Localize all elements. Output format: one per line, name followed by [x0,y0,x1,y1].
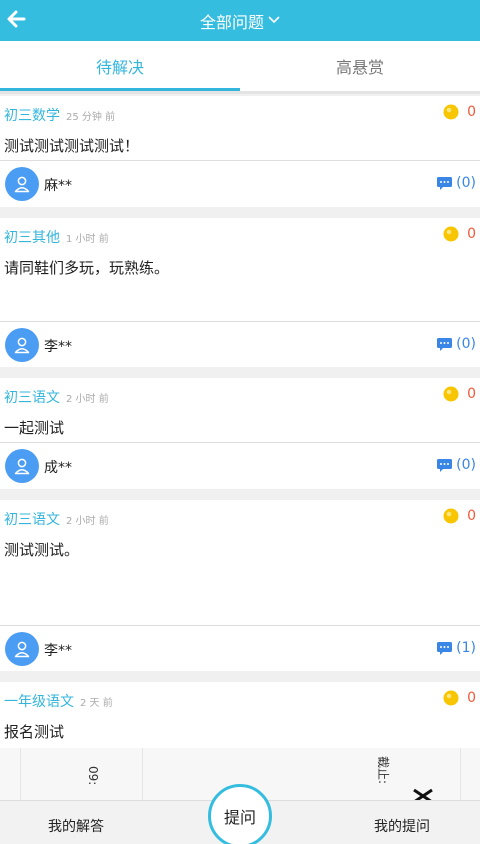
subject-label: 初三其他 [4,230,60,246]
question-content: 报名测试 [4,723,65,741]
reward: 0 [443,104,476,120]
question-card[interactable]: 初三语文 2 小时 前 0 一起测试 成** (0) [0,378,480,489]
time-label: 25 分钟 前 [66,112,116,123]
question-card[interactable]: 初三语文 2 小时 前 0 测试测试。 李** (1) [0,500,480,671]
username: 李** [44,643,72,659]
reward-value: 0 [467,104,476,120]
image-text: 截止: [376,756,390,785]
subject-label: 初三语文 [4,390,60,406]
coin-icon [443,104,459,120]
question-content: 请同鞋们多玩，玩熟练。 [4,259,170,277]
comment-icon [437,458,453,472]
username: 麻** [44,178,72,194]
comment-icon [437,176,453,190]
tab-bar: 待解决 高悬赏 [0,41,480,91]
subject-label: 初三语文 [4,512,60,528]
user-icon [14,641,30,658]
user-icon [14,337,30,354]
coin-icon [443,690,459,706]
comment-icon [437,337,453,351]
avatar[interactable] [5,328,39,362]
ask-question-button[interactable]: 提问 [208,784,272,844]
comment-icon [437,641,453,655]
comment-count[interactable]: (1) [437,640,476,656]
time-label: 2 天 前 [80,698,113,709]
comment-count[interactable]: (0) [437,175,476,191]
subject-label: 初三数学 [4,108,60,124]
question-card[interactable]: 初三其他 1 小时 前 0 请同鞋们多玩，玩熟练。 李** (0) [0,218,480,367]
tab-high-reward[interactable]: 高悬赏 [240,41,480,91]
avatar[interactable] [5,167,39,201]
nav-my-answers[interactable]: 我的解答 [48,816,104,836]
question-card[interactable]: 初三数学 25 分钟 前 0 测试测试测试测试！ 麻** (0) [0,96,480,207]
coin-icon [443,226,459,242]
question-content: 测试测试。 [4,541,80,559]
username: 李** [44,339,72,355]
time-label: 1 小时 前 [66,234,109,245]
reward-value: 0 [467,690,476,706]
reward: 0 [443,226,476,242]
coin-icon [443,508,459,524]
question-content: 一起测试 [4,419,65,437]
page-title: 全部问题 [199,12,264,32]
tab-unsolved[interactable]: 待解决 [0,41,240,91]
username: 成** [44,460,72,476]
avatar[interactable] [5,632,39,666]
divider [142,748,143,800]
avatar[interactable] [5,449,39,483]
user-icon [14,458,30,475]
title-dropdown[interactable]: 全部问题 [0,0,480,41]
question-content: 测试测试测试测试！ [4,137,140,155]
time-label: 2 小时 前 [66,394,109,405]
top-bar: 全部问题 [0,0,480,41]
reward: 0 [443,508,476,524]
reward-value: 0 [467,226,476,242]
chevron-down-icon [268,15,280,23]
divider [460,748,461,800]
coin-icon [443,386,459,402]
time-label: 2 小时 前 [66,516,109,527]
user-icon [14,176,30,193]
reward-value: 0 [467,508,476,524]
reward: 0 [443,690,476,706]
comment-count[interactable]: (0) [437,336,476,352]
divider [20,748,21,800]
nav-my-questions[interactable]: 我的提问 [374,816,430,836]
question-list[interactable]: 初三数学 25 分钟 前 0 测试测试测试测试！ 麻** (0) 初三其他 1 小时… [0,94,480,800]
reward: 0 [443,386,476,402]
close-icon [413,788,433,800]
image-text: 09: [86,766,100,786]
reward-value: 0 [467,386,476,402]
subject-label: 一年级语文 [4,694,74,710]
comment-count[interactable]: (0) [437,457,476,473]
